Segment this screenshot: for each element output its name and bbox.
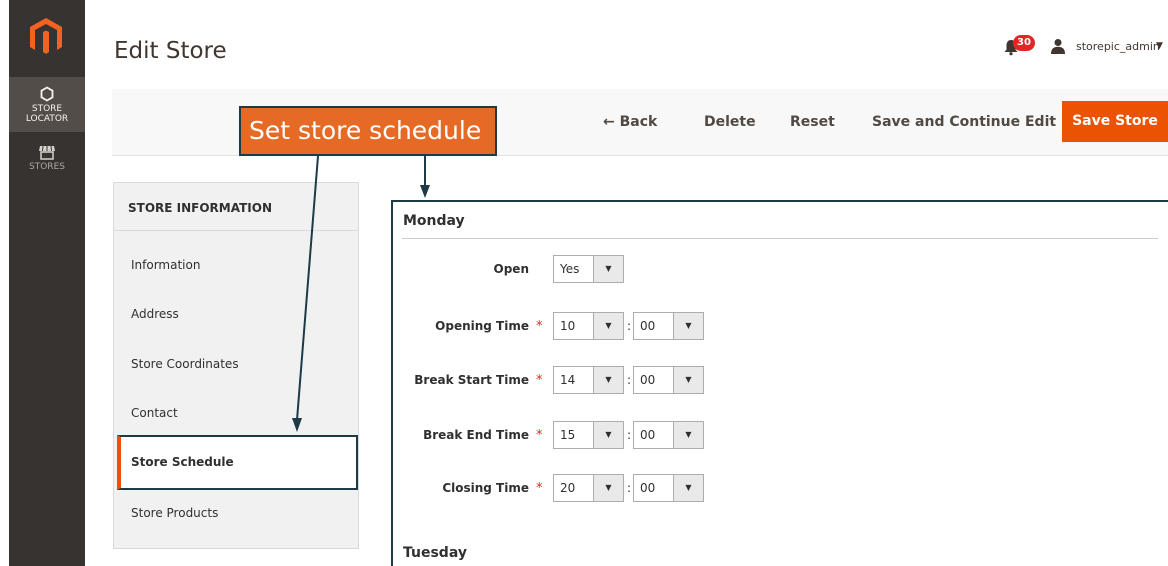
- annotation-arrows: [292, 155, 430, 432]
